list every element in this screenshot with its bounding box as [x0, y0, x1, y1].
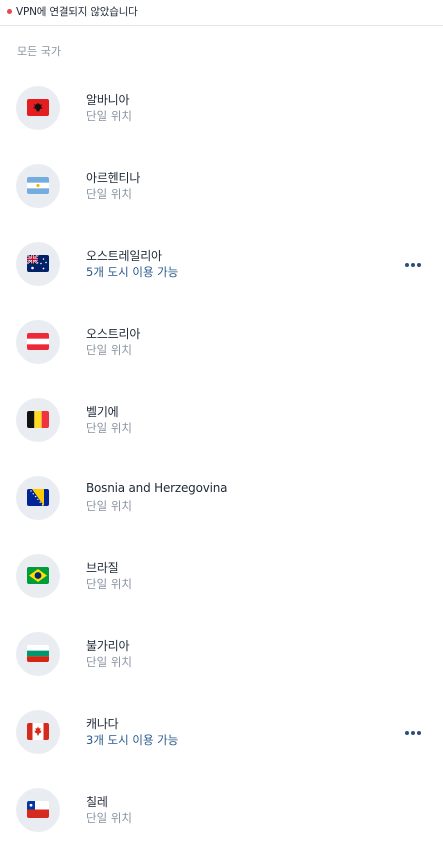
city-count-text: 3개 도시 이용 가능 [86, 733, 179, 747]
country-name: 오스트리아 [86, 327, 141, 341]
country-name: 아르헨티나 [86, 171, 141, 185]
country-subtitle: 단일 위치 [86, 499, 132, 513]
country-subtitle: 단일 위치 [86, 811, 132, 825]
country-name: 칠레 [86, 795, 108, 809]
country-subtitle: 단일 위치 [86, 655, 132, 669]
canada-flag-icon [16, 710, 60, 754]
brazil-flag-icon [16, 554, 60, 598]
country-row-austria[interactable]: 오스트리아 단일 위치 [0, 300, 443, 378]
vpn-status-text: VPN에 연결되지 않았습니다 [16, 6, 138, 18]
austria-flag-icon [16, 320, 60, 364]
disconnected-dot-icon [7, 9, 12, 14]
country-subtitle: 단일 위치 [86, 187, 132, 201]
country-row-brazil[interactable]: 브라질 단일 위치 [0, 534, 443, 612]
country-name: 벨기에 [86, 405, 119, 419]
albania-flag-icon [16, 86, 60, 130]
country-name: 캐나다 [86, 717, 119, 731]
country-name: 브라질 [86, 561, 119, 575]
country-row-bosnia[interactable]: Bosnia and Herzegovina 단일 위치 [0, 456, 443, 534]
chile-flag-icon [16, 788, 60, 832]
country-name: 오스트레일리아 [86, 249, 162, 263]
section-title: 모든 국가 [17, 45, 61, 58]
country-name: 불가리아 [86, 639, 130, 653]
more-options-icon[interactable] [400, 725, 428, 741]
country-subtitle: 단일 위치 [86, 577, 132, 591]
country-row-canada[interactable]: 캐나다 3개 도시 이용 가능 [0, 690, 443, 768]
country-row-albania[interactable]: 알바니아 단일 위치 [0, 66, 443, 144]
bulgaria-flag-icon [16, 632, 60, 676]
country-list: 알바니아 단일 위치 아르헨티나 단일 위치 오스트레일리아 5개 도시 이용 … [0, 66, 443, 846]
bosnia-flag-icon [16, 476, 60, 520]
more-options-icon[interactable] [400, 257, 428, 273]
country-name: Bosnia and Herzegovina [86, 481, 228, 495]
country-subtitle: 단일 위치 [86, 421, 132, 435]
country-name: 알바니아 [86, 93, 130, 107]
vpn-status-bar: VPN에 연결되지 않았습니다 [0, 0, 443, 26]
country-subtitle: 단일 위치 [86, 109, 132, 123]
country-row-argentina[interactable]: 아르헨티나 단일 위치 [0, 144, 443, 222]
country-row-australia[interactable]: 오스트레일리아 5개 도시 이용 가능 [0, 222, 443, 300]
argentina-flag-icon [16, 164, 60, 208]
city-count-text: 5개 도시 이용 가능 [86, 265, 179, 279]
country-row-belgium[interactable]: 벨기에 단일 위치 [0, 378, 443, 456]
country-subtitle: 단일 위치 [86, 343, 132, 357]
belgium-flag-icon [16, 398, 60, 442]
country-row-chile[interactable]: 칠레 단일 위치 [0, 768, 443, 846]
australia-flag-icon [16, 242, 60, 286]
country-row-bulgaria[interactable]: 불가리아 단일 위치 [0, 612, 443, 690]
